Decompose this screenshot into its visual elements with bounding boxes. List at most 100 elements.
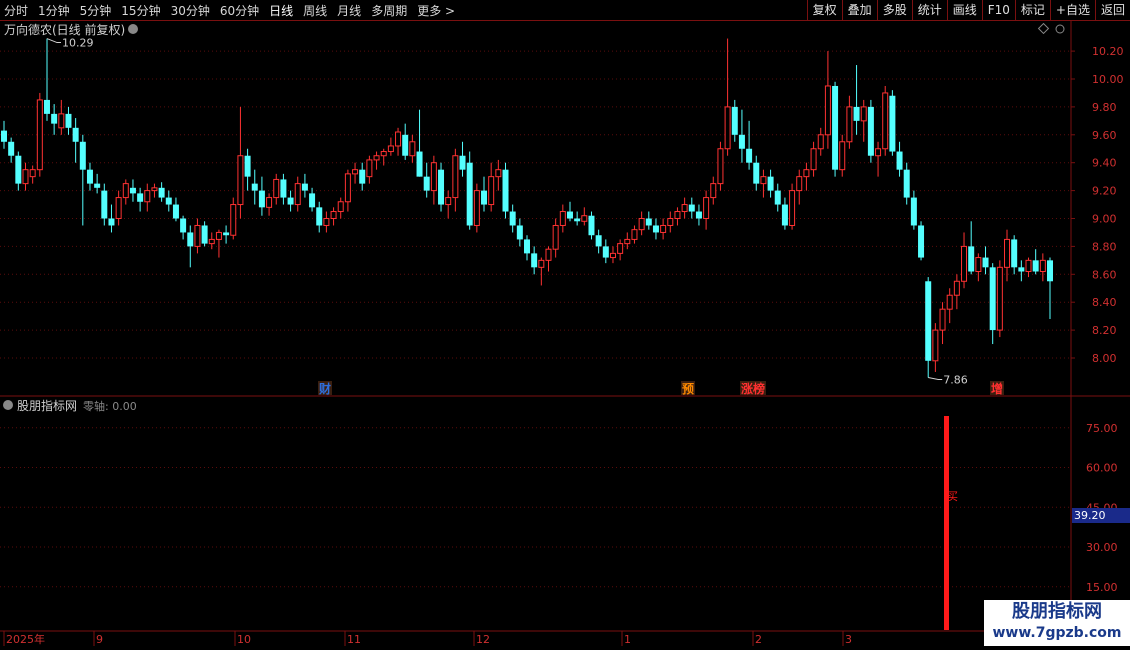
candle-body-up — [22, 169, 29, 185]
settings-icon[interactable] — [1055, 24, 1065, 34]
candle-body-down — [889, 95, 896, 152]
event-marker: 涨榜 — [741, 381, 765, 396]
candle-body-down — [989, 267, 996, 331]
candle-body-down — [731, 106, 738, 135]
candle-body-down — [574, 218, 581, 222]
price-label: 8.80 — [1092, 240, 1117, 253]
price-label: 10.20 — [1092, 45, 1124, 58]
candle-body-down — [910, 197, 917, 226]
candle-body-down — [516, 225, 523, 240]
candle-body-down — [251, 183, 258, 191]
diamond-icon[interactable] — [1037, 22, 1050, 35]
candle-body-down — [51, 113, 58, 124]
candle-body-down — [1, 130, 7, 142]
price-label: 8.00 — [1092, 352, 1117, 365]
candle-body-down — [652, 225, 659, 233]
event-marker: 财 — [318, 381, 331, 396]
candle-body-up — [1004, 238, 1011, 268]
price-label: 9.60 — [1092, 129, 1117, 142]
sub-y-label: 30.00 — [1086, 541, 1118, 554]
candle-body-down — [201, 225, 208, 244]
candle-body-up — [996, 266, 1003, 331]
candle-body-down — [925, 281, 932, 361]
candle-body-down — [595, 235, 602, 247]
candle-body-up — [151, 187, 158, 192]
candle-body-up — [961, 245, 968, 282]
candle-body-up — [387, 145, 394, 153]
candle-body-down — [108, 218, 115, 226]
candle-body-up — [817, 134, 824, 150]
candle-body-up — [760, 176, 767, 185]
candle-body-up — [237, 155, 244, 206]
event-marker: 预 — [682, 382, 694, 396]
candle-body-up — [609, 252, 616, 259]
candle-body-up — [230, 204, 237, 236]
candle-body-down — [1032, 260, 1039, 272]
candle-body-down — [853, 106, 860, 121]
candle-body-down — [695, 211, 702, 219]
candle-body-up — [1039, 259, 1046, 273]
candle-body-up — [352, 169, 359, 175]
candle-body-up — [58, 113, 65, 129]
candle-body-down — [79, 141, 86, 170]
price-label: 9.80 — [1092, 101, 1117, 114]
candle-body-up — [473, 190, 480, 226]
candle-body-up — [294, 183, 301, 206]
date-label: 3 — [845, 633, 852, 646]
candle-body-up — [631, 229, 638, 240]
price-label: 8.60 — [1092, 268, 1117, 281]
candle-body-down — [753, 162, 760, 184]
candle-body-up — [36, 99, 43, 171]
candle-body-down — [896, 151, 903, 170]
candle-body-up — [373, 155, 380, 161]
candle-body-up — [488, 176, 495, 206]
candle-body-up — [330, 211, 337, 219]
candle-body-down — [15, 155, 22, 184]
candle-body-down — [172, 204, 179, 219]
signal-text: 买 — [947, 490, 958, 503]
candle-body-up — [846, 106, 853, 143]
price-label: 9.00 — [1092, 213, 1117, 226]
candle-body-down — [602, 246, 609, 258]
candle-body-down — [280, 179, 287, 198]
candle-body-down — [968, 246, 975, 272]
price-label: 8.40 — [1092, 296, 1117, 309]
candle-body-up — [882, 92, 889, 150]
candle-body-down — [509, 211, 516, 226]
stock-chart[interactable]: 10.20 10.00 9.80 9.60 9.40 9.20 9.00 8.80 8.60 8.… — [0, 0, 1130, 650]
candle-body-down — [165, 197, 172, 205]
candle-body-down — [258, 190, 265, 208]
date-label: 12 — [476, 633, 490, 646]
low-label: 7.86 — [943, 374, 968, 387]
candle-body-up — [660, 224, 667, 233]
candle-body-down — [688, 204, 695, 212]
candle-body-up — [144, 190, 151, 203]
candle-body-down — [1018, 267, 1025, 272]
candle-body-up — [638, 218, 645, 231]
candle-body-down — [309, 193, 316, 208]
sub-y-label: 60.00 — [1086, 462, 1118, 475]
sub-dropdown-icon[interactable] — [3, 400, 13, 410]
candle-body-down — [531, 253, 538, 268]
price-label: 10.00 — [1092, 73, 1124, 86]
candle-body-up — [552, 224, 559, 250]
candle-body-up — [545, 248, 552, 261]
date-label: 10 — [237, 633, 251, 646]
candle-body-up — [366, 159, 373, 178]
signal-bar — [944, 416, 949, 630]
candle-body-up — [495, 169, 502, 178]
candle-body-down — [767, 176, 774, 191]
candle-body-down — [72, 127, 79, 142]
candle-body-down — [244, 155, 251, 177]
date-label: 1 — [624, 633, 631, 646]
candle-body-up — [810, 148, 817, 171]
candle-body-down — [466, 162, 473, 226]
title-dropdown-icon[interactable] — [128, 24, 138, 34]
candle-body-down — [566, 211, 573, 219]
date-label: 2025年 — [6, 632, 45, 646]
candle-body-down — [524, 239, 530, 254]
candle-body-down — [1011, 239, 1018, 268]
candle-body-down — [287, 197, 294, 205]
candle-body-up — [710, 183, 717, 199]
candle-body-up — [409, 141, 416, 157]
